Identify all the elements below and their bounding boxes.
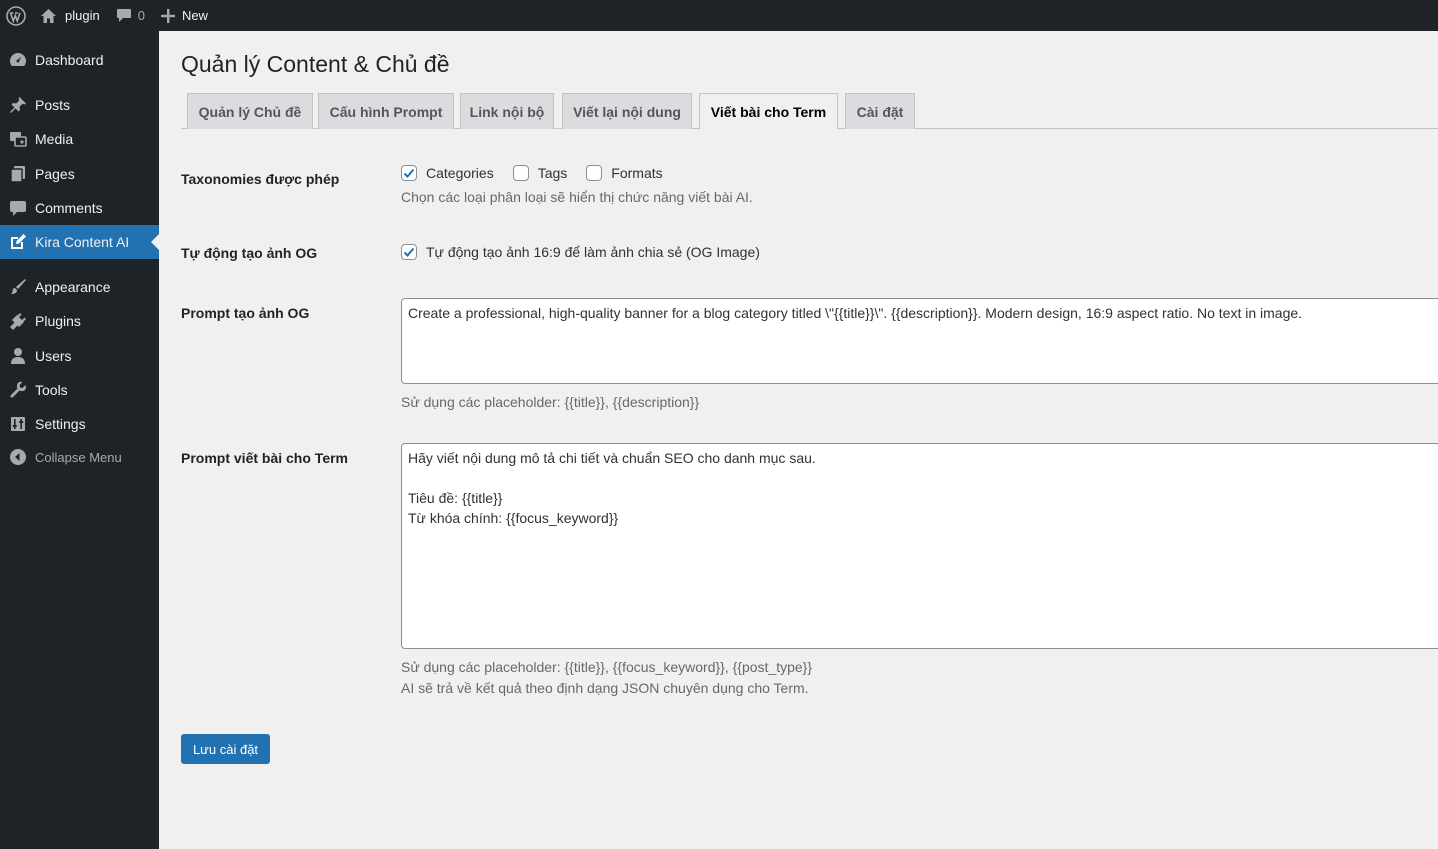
formats-label: Formats (611, 165, 663, 181)
comment-icon (116, 8, 132, 23)
comment-icon (0, 199, 35, 217)
plus-icon (160, 8, 175, 23)
sidebar-item-media[interactable]: Media (0, 122, 159, 156)
wordpress-logo-icon[interactable] (0, 0, 32, 31)
sidebar-item-dashboard[interactable]: Dashboard (0, 43, 159, 77)
wrench-icon (0, 381, 35, 399)
media-icon (0, 130, 35, 148)
term-prompt-textarea[interactable]: Hãy viết nội dung mô tả chi tiết và chuẩ… (401, 443, 1438, 649)
sidebar-item-label: Tools (35, 382, 68, 398)
sidebar-item-settings[interactable]: Settings (0, 407, 159, 441)
og-auto-checkbox-label: Tự động tạo ảnh 16:9 để làm ảnh chia sẻ … (426, 244, 760, 260)
page-title: Quản lý Content & Chủ đề (181, 51, 450, 77)
sidebar-item-posts[interactable]: Posts (0, 88, 159, 122)
comments-count: 0 (137, 8, 145, 23)
sidebar-item-users[interactable]: Users (0, 339, 159, 373)
tab-topic-management[interactable]: Quản lý Chủ đề (187, 93, 313, 129)
term-prompt-json-note: AI sẽ trả về kết quả theo định dạng JSON… (401, 680, 809, 696)
og-auto-option: Tự động tạo ảnh 16:9 để làm ảnh chia sẻ … (401, 244, 760, 260)
og-auto-label: Tự động tạo ảnh OG (181, 245, 318, 261)
user-icon (0, 347, 35, 365)
categories-label: Categories (426, 165, 494, 181)
dashboard-icon (0, 51, 35, 69)
tab-internal-links[interactable]: Link nội bộ (460, 93, 554, 129)
sidebar-item-label: Users (35, 348, 72, 364)
sidebar-item-label: Plugins (35, 313, 81, 329)
sidebar-item-plugins[interactable]: Plugins (0, 304, 159, 338)
comments-link[interactable]: 0 (108, 0, 153, 31)
site-name: plugin (65, 8, 100, 23)
sidebar-item-label: Appearance (35, 279, 111, 295)
sidebar-item-kira-content-ai[interactable]: Kira Content AI (0, 225, 159, 259)
term-prompt-label: Prompt viết bài cho Term (181, 450, 348, 466)
nav-tabs: Quản lý Chủ đề Cấu hình Prompt Link nội … (181, 93, 1438, 130)
sidebar-item-appearance[interactable]: Appearance (0, 270, 159, 304)
tags-label: Tags (537, 165, 568, 181)
taxonomies-options: Categories Tags Formats (401, 165, 682, 181)
tab-prompt-config[interactable]: Cấu hình Prompt (318, 93, 454, 129)
collapse-menu-button[interactable]: Collapse Menu (0, 440, 159, 474)
sidebar-item-label: Posts (35, 97, 71, 113)
admin-sidebar: Dashboard Posts Media Pages Comments Kir… (0, 31, 159, 849)
plugin-icon (0, 312, 35, 330)
tab-rewrite-content[interactable]: Viết lại nội dung (562, 93, 692, 129)
collapse-menu-label: Collapse Menu (35, 449, 122, 465)
save-settings-button[interactable]: Lưu cài đặt (181, 734, 270, 764)
taxonomies-label: Taxonomies được phép (181, 171, 340, 187)
settings-icon (0, 415, 35, 433)
sidebar-item-label: Comments (35, 200, 103, 216)
sidebar-item-tools[interactable]: Tools (0, 373, 159, 407)
sidebar-item-pages[interactable]: Pages (0, 157, 159, 191)
formats-checkbox[interactable] (586, 165, 603, 181)
og-auto-checkbox[interactable] (401, 244, 417, 260)
collapse-icon (0, 449, 35, 465)
sidebar-item-label: Media (35, 131, 74, 147)
pages-icon (0, 165, 35, 183)
og-prompt-label: Prompt tạo ảnh OG (181, 305, 310, 321)
sidebar-item-label: Settings (35, 416, 86, 432)
main-content: Quản lý Content & Chủ đề Quản lý Chủ đề … (159, 31, 1438, 849)
tab-term-writer[interactable]: Viết bài cho Term (699, 93, 838, 130)
og-prompt-description: Sử dụng các placeholder: {{title}}, {{de… (401, 394, 700, 410)
brush-icon (0, 278, 35, 296)
categories-checkbox[interactable] (401, 165, 417, 181)
tags-checkbox[interactable] (512, 165, 529, 181)
new-content-link[interactable]: New (153, 0, 216, 31)
tab-settings[interactable]: Cài đặt (845, 93, 915, 129)
new-label: New (181, 8, 208, 23)
admin-bar: plugin 0 New (0, 0, 1438, 31)
home-icon (40, 8, 57, 24)
taxonomies-description: Chọn các loại phân loại sẽ hiển thị chức… (401, 189, 753, 205)
sidebar-item-comments[interactable]: Comments (0, 191, 159, 225)
og-prompt-textarea[interactable]: Create a professional, high-quality bann… (401, 298, 1438, 384)
pin-icon (0, 96, 35, 114)
edit-icon (0, 233, 35, 251)
sidebar-item-label: Dashboard (35, 52, 104, 68)
sidebar-item-label: Kira Content AI (35, 234, 130, 250)
site-name-link[interactable]: plugin (32, 0, 108, 31)
term-prompt-description: Sử dụng các placeholder: {{title}}, {{fo… (401, 659, 813, 675)
sidebar-item-label: Pages (35, 166, 75, 182)
